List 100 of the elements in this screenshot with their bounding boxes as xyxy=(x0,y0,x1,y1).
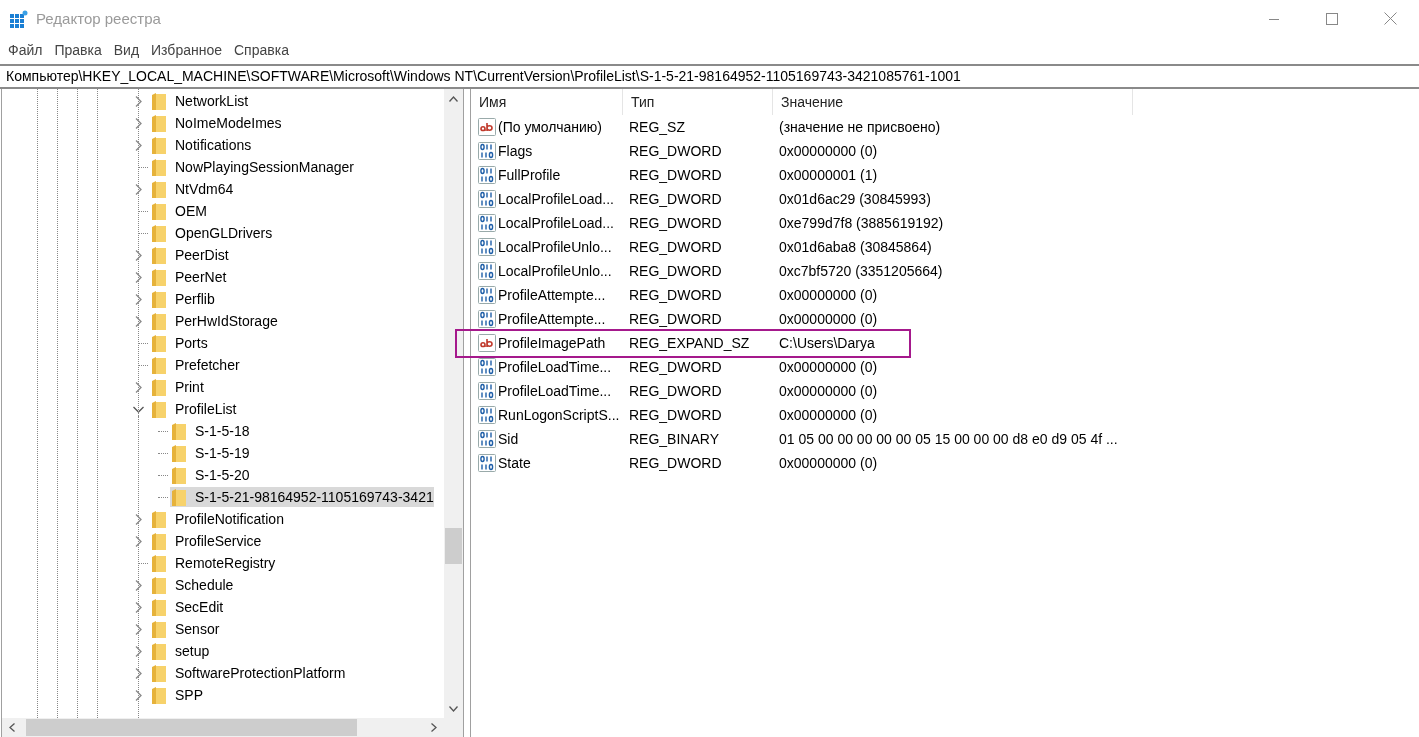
value-name[interactable]: ProfileImagePath xyxy=(498,335,606,351)
chevron-right-icon[interactable] xyxy=(134,117,142,129)
value-type: REG_DWORD xyxy=(628,143,723,159)
value-type: REG_DWORD xyxy=(628,359,723,375)
tree-item[interactable]: OpenGLDrivers xyxy=(175,223,273,243)
tree-item[interactable]: PeerNet xyxy=(175,267,227,287)
chevron-right-icon[interactable] xyxy=(134,139,142,151)
tree-item[interactable]: OEM xyxy=(175,201,207,221)
value-data: 0x00000000 (0) xyxy=(778,311,878,327)
chevron-right-icon[interactable] xyxy=(134,249,142,261)
value-type: REG_DWORD xyxy=(628,287,723,303)
tree-item[interactable]: Ports xyxy=(175,333,208,353)
chevron-right-icon[interactable] xyxy=(134,315,142,327)
column-header[interactable]: Тип xyxy=(623,89,773,115)
tree-item[interactable]: SPP xyxy=(175,685,203,705)
tree-item[interactable]: S-1-5-20 xyxy=(195,465,250,485)
address-field[interactable]: Компьютер\HKEY_LOCAL_MACHINE\SOFTWARE\Microsoft\Windows NT\CurrentVersion\ProfileList\S-1-5-21-98164952-1105169743-3421085761-1001 xyxy=(0,66,1419,87)
horizontal-scrollbar[interactable] xyxy=(2,718,463,737)
value-name[interactable]: ProfileAttempte... xyxy=(498,287,606,303)
chevron-right-icon[interactable] xyxy=(134,513,142,525)
value-type: REG_SZ xyxy=(628,119,686,135)
value-name[interactable]: LocalProfileUnlo... xyxy=(498,263,612,279)
value-data: 01 05 00 00 00 00 00 05 15 00 00 00 d8 e0 d9 05 4f ... xyxy=(778,431,1118,447)
chevron-right-icon[interactable] xyxy=(134,645,142,657)
folder-icon xyxy=(152,158,166,176)
tree-item[interactable]: ProfileNotification xyxy=(175,509,284,529)
vertical-scrollbar[interactable] xyxy=(444,89,463,718)
value-name[interactable]: LocalProfileUnlo... xyxy=(498,239,612,255)
chevron-right-icon[interactable] xyxy=(134,183,142,195)
value-name[interactable]: (По умолчанию) xyxy=(498,119,602,135)
tree-item[interactable]: setup xyxy=(175,641,210,661)
tree-item[interactable]: SecEdit xyxy=(175,597,224,617)
menu-item[interactable]: Справка xyxy=(228,41,295,58)
menu-item[interactable]: Правка xyxy=(48,41,108,58)
value-type: REG_DWORD xyxy=(628,455,723,471)
column-header[interactable]: Значение xyxy=(773,89,1133,115)
value-name[interactable]: ProfileLoadTime... xyxy=(498,359,612,375)
tree-item[interactable]: NoImeModeImes xyxy=(175,113,282,133)
folder-icon xyxy=(152,180,166,198)
tree-item[interactable]: NtVdm64 xyxy=(175,179,234,199)
value-name[interactable]: Flags xyxy=(498,143,533,159)
tree-item[interactable]: Print xyxy=(175,377,204,397)
value-type: REG_DWORD xyxy=(628,311,723,327)
value-name[interactable]: Sid xyxy=(498,431,519,447)
value-name[interactable]: ProfileLoadTime... xyxy=(498,383,612,399)
column-header[interactable]: Имя xyxy=(471,89,623,115)
tree-item[interactable]: NetworkList xyxy=(175,91,249,111)
tree-item[interactable]: ProfileList xyxy=(175,399,237,419)
close-icon[interactable] xyxy=(1383,12,1397,25)
tree-item[interactable]: Prefetcher xyxy=(175,355,240,375)
chevron-right-icon[interactable] xyxy=(134,271,142,283)
chevron-right-icon[interactable] xyxy=(134,293,142,305)
scroll-up-icon[interactable] xyxy=(449,95,458,102)
folder-icon xyxy=(152,246,166,264)
maximize-icon[interactable] xyxy=(1326,12,1338,25)
value-name[interactable]: ProfileAttempte... xyxy=(498,311,606,327)
menu-item[interactable]: Избранное xyxy=(145,41,228,58)
tree-item[interactable]: Sensor xyxy=(175,619,220,639)
menu-item[interactable]: Файл xyxy=(2,41,49,58)
tree-item[interactable]: PeerDist xyxy=(175,245,229,265)
chevron-down-icon[interactable] xyxy=(132,405,144,413)
value-name[interactable]: RunLogonScriptS... xyxy=(498,407,620,423)
value-name[interactable]: State xyxy=(498,455,531,471)
folder-icon xyxy=(152,664,166,682)
value-data: 0x00000001 (1) xyxy=(778,167,878,183)
tree-item[interactable]: PerHwIdStorage xyxy=(175,311,278,331)
tree-item[interactable]: Perflib xyxy=(175,289,215,309)
tree-item[interactable]: RemoteRegistry xyxy=(175,553,276,573)
tree-item[interactable]: Schedule xyxy=(175,575,234,595)
chevron-right-icon[interactable] xyxy=(134,95,142,107)
scroll-left-icon[interactable] xyxy=(8,723,15,732)
scrollbar-thumb[interactable] xyxy=(445,528,462,564)
folder-icon xyxy=(152,598,166,616)
tree-item[interactable]: S-1-5-19 xyxy=(195,443,250,463)
scroll-right-icon[interactable] xyxy=(430,723,437,732)
scrollbar-thumb[interactable] xyxy=(26,719,357,736)
scroll-down-icon[interactable] xyxy=(449,705,458,712)
chevron-right-icon[interactable] xyxy=(134,667,142,679)
tree-item[interactable]: NowPlayingSessionManager xyxy=(175,157,354,177)
value-type: REG_DWORD xyxy=(628,383,723,399)
tree-item[interactable]: SoftwareProtectionPlatform xyxy=(175,663,346,683)
value-type: REG_DWORD xyxy=(628,239,723,255)
value-name[interactable]: LocalProfileLoad... xyxy=(498,191,614,207)
tree-item[interactable]: S-1-5-18 xyxy=(195,421,250,441)
chevron-right-icon[interactable] xyxy=(134,535,142,547)
folder-icon xyxy=(152,400,166,418)
value-name[interactable]: LocalProfileLoad... xyxy=(498,215,614,231)
value-type: REG_DWORD xyxy=(628,263,723,279)
value-data: 0xc7bf5720 (3351205664) xyxy=(778,263,943,279)
menu-item[interactable]: Вид xyxy=(107,41,146,58)
chevron-right-icon[interactable] xyxy=(134,601,142,613)
chevron-right-icon[interactable] xyxy=(134,689,142,701)
tree-item[interactable]: ProfileService xyxy=(175,531,262,551)
chevron-right-icon[interactable] xyxy=(134,381,142,393)
chevron-right-icon[interactable] xyxy=(134,623,142,635)
chevron-right-icon[interactable] xyxy=(134,579,142,591)
tree-item[interactable]: Notifications xyxy=(175,135,252,155)
value-name[interactable]: FullProfile xyxy=(498,167,561,183)
folder-icon xyxy=(152,686,166,704)
folder-icon xyxy=(152,334,166,352)
